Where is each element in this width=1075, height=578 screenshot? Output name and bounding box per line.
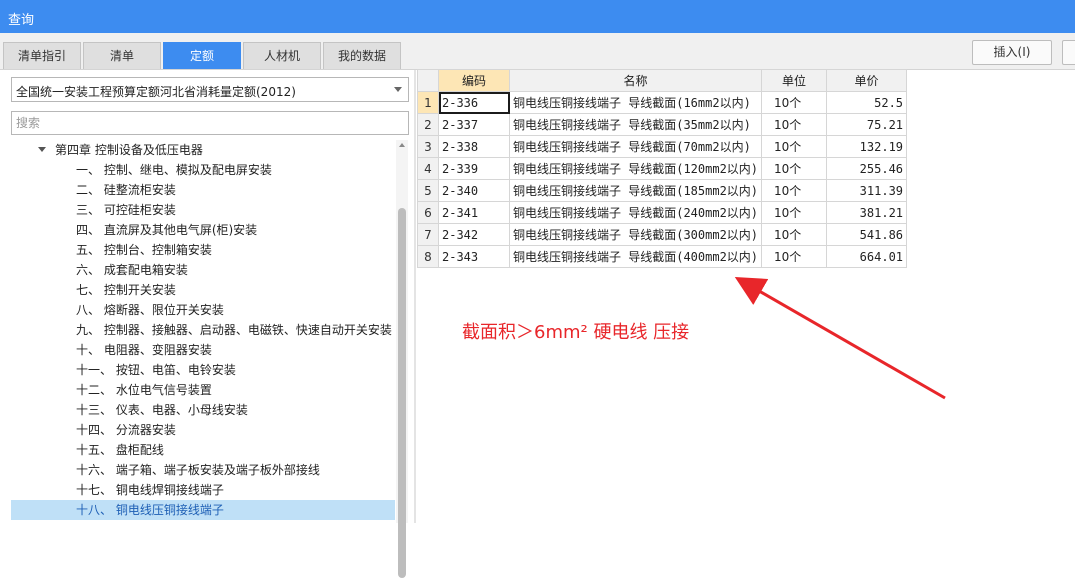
annotation-arrow — [734, 277, 946, 400]
